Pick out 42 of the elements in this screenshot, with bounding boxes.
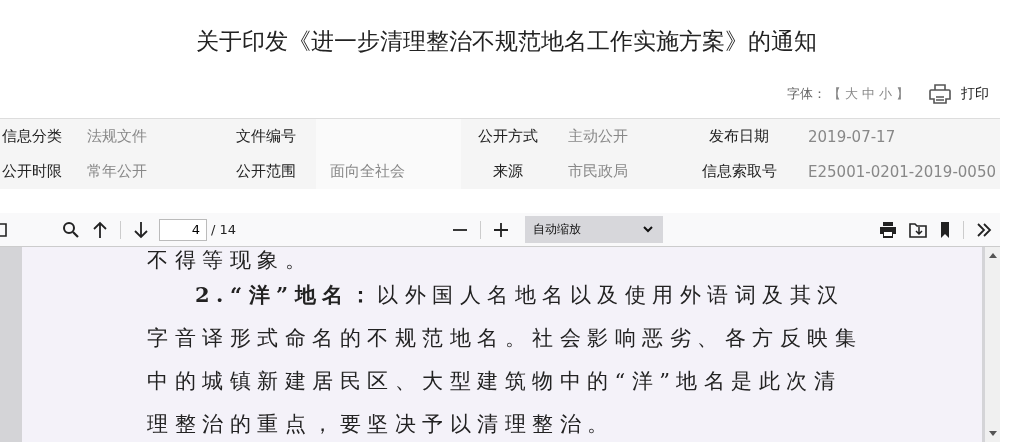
scrollbar[interactable] <box>985 247 1000 442</box>
folder-download-icon[interactable] <box>909 221 927 238</box>
font-size-link[interactable]: 小 <box>877 85 894 103</box>
field-value: E25001-0201-2019-0050 <box>794 154 1000 189</box>
document-text: 不得等现象。 <box>147 247 313 273</box>
sidebar-toggle-icon[interactable] <box>0 221 8 238</box>
field-label: 信息分类 <box>0 118 73 154</box>
print-link[interactable]: 打印 <box>961 85 989 103</box>
zoom-in-icon[interactable] <box>493 221 510 238</box>
field-label: 公开方式 <box>461 118 554 154</box>
arrow-down-icon[interactable] <box>133 220 149 239</box>
font-size-link[interactable]: 大 <box>843 85 860 103</box>
font-size-label: 字体： <box>787 85 826 103</box>
field-label: 公开时限 <box>0 154 73 189</box>
scroll-down-icon[interactable] <box>988 431 997 436</box>
field-label: 文件编号 <box>216 118 316 154</box>
field-label: 发布日期 <box>684 118 795 154</box>
chevron-down-icon <box>643 226 654 233</box>
field-value: 市民政局 <box>553 154 685 189</box>
page-title: 关于印发《进一步清理整治不规范地名工作实施方案》的通知 <box>195 27 818 56</box>
field-value: 主动公开 <box>553 118 685 154</box>
bracket: 】 <box>895 85 910 103</box>
print-icon[interactable] <box>879 221 897 238</box>
field-label: 信息索取号 <box>684 154 795 189</box>
field-label: 公开范围 <box>216 154 316 189</box>
field-value: 面向全社会 <box>315 154 462 189</box>
zoom-dropdown[interactable]: 自动缩放 <box>525 216 664 243</box>
bookmark-icon[interactable] <box>939 221 951 238</box>
bracket: 【 <box>827 85 842 103</box>
print-icon[interactable] <box>929 84 951 104</box>
field-value: 2019-07-17 <box>794 118 1000 154</box>
field-value: 常年公开 <box>73 154 217 189</box>
arrow-up-icon[interactable] <box>92 220 108 239</box>
page-number-field[interactable]: 4 <box>159 218 207 241</box>
scroll-up-icon[interactable] <box>988 253 997 258</box>
field-label: 来源 <box>461 154 554 189</box>
page-count: / 14 <box>211 222 237 237</box>
document-text: 2.“洋”地名：以外国人名地名以及使用外语词及其汉字音译形式命名的不规范地名。社会影响恶劣、各方反映集中的城镇新建居民区、大型建筑物中的“洋”地名是此次清理整治的重点，要坚决予以清理整治。 <box>147 281 863 438</box>
search-icon[interactable] <box>62 220 80 239</box>
font-size-link[interactable]: 中 <box>860 85 877 103</box>
field-value: 法规文件 <box>73 118 217 154</box>
double-chevron-icon[interactable] <box>976 221 992 238</box>
